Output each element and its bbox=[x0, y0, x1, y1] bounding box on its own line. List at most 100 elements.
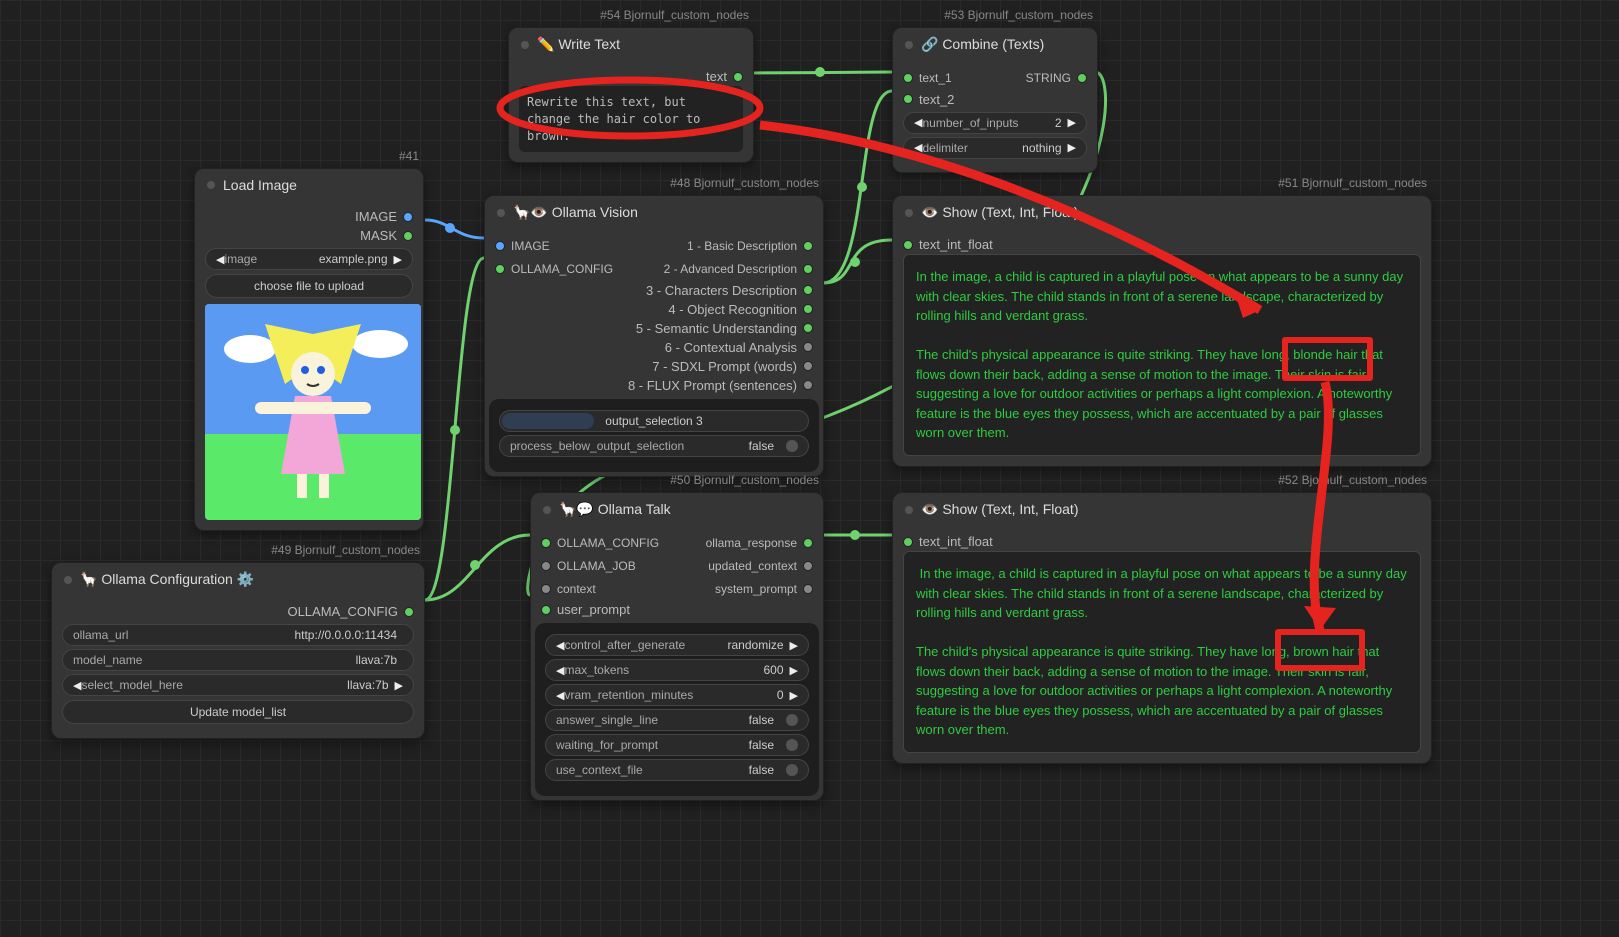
widget-waiting-for-prompt[interactable]: waiting_for_prompt false bbox=[545, 734, 809, 756]
chevron-right-icon[interactable]: ▶ bbox=[790, 639, 798, 652]
toggle-icon[interactable] bbox=[786, 764, 798, 776]
node-title: Load Image bbox=[223, 177, 297, 193]
node-tag: #52 Bjornulf_custom_nodes bbox=[1278, 473, 1427, 487]
widget-delimiter[interactable]: ◀ delimiter nothing ▶ bbox=[903, 137, 1087, 159]
output-port-image[interactable] bbox=[403, 212, 413, 222]
input-port[interactable] bbox=[903, 240, 913, 250]
widget-control-after-generate[interactable]: ◀ control_after_generate randomize ▶ bbox=[545, 634, 809, 656]
node-title: ✏️ Write Text bbox=[537, 36, 620, 53]
collapse-icon[interactable] bbox=[905, 41, 913, 49]
text-input[interactable]: Rewrite this text, but change the hair c… bbox=[519, 86, 743, 152]
collapse-icon[interactable] bbox=[543, 506, 551, 514]
node-header[interactable]: Load Image bbox=[195, 169, 423, 201]
input-port-image[interactable] bbox=[495, 241, 505, 251]
chevron-left-icon[interactable]: ◀ bbox=[556, 664, 564, 677]
chevron-right-icon[interactable]: ▶ bbox=[394, 253, 402, 266]
chevron-right-icon[interactable]: ▶ bbox=[395, 679, 403, 692]
node-header[interactable]: 👁️ Show (Text, Int, Float) bbox=[893, 493, 1431, 526]
output-port[interactable] bbox=[803, 285, 813, 295]
port-label: 1 - Basic Description bbox=[687, 238, 797, 255]
collapse-icon[interactable] bbox=[905, 209, 913, 217]
output-port[interactable] bbox=[803, 264, 813, 274]
widget-process-below[interactable]: process_below_output_selection false bbox=[499, 435, 809, 457]
node-header[interactable]: 🔗 Combine (Texts) bbox=[893, 28, 1097, 61]
port-label: updated_context bbox=[708, 558, 797, 575]
collapse-icon[interactable] bbox=[207, 181, 215, 189]
node-tag: #50 Bjornulf_custom_nodes bbox=[670, 473, 819, 487]
chevron-left-icon[interactable]: ◀ bbox=[914, 116, 922, 129]
port-label: OLLAMA_CONFIG bbox=[511, 261, 613, 278]
node-ollama-vision[interactable]: #48 Bjornulf_custom_nodes 🦙👁️ Ollama Vis… bbox=[484, 195, 824, 477]
upload-button[interactable]: choose file to upload bbox=[205, 274, 413, 298]
chevron-right-icon[interactable]: ▶ bbox=[1068, 141, 1076, 154]
output-port[interactable] bbox=[803, 342, 813, 352]
collapse-icon[interactable] bbox=[905, 506, 913, 514]
output-port-mask[interactable] bbox=[403, 231, 413, 241]
input-port[interactable] bbox=[541, 584, 551, 594]
widget-answer-single-line[interactable]: answer_single_line false bbox=[545, 709, 809, 731]
node-header[interactable]: 🦙💬 Ollama Talk bbox=[531, 493, 823, 526]
collapse-icon[interactable] bbox=[497, 209, 505, 217]
node-ollama-talk[interactable]: #50 Bjornulf_custom_nodes 🦙💬 Ollama Talk… bbox=[530, 492, 824, 801]
node-show-2[interactable]: #52 Bjornulf_custom_nodes 👁️ Show (Text,… bbox=[892, 492, 1432, 764]
node-header[interactable]: ✏️ Write Text bbox=[509, 28, 753, 61]
output-port[interactable] bbox=[803, 361, 813, 371]
node-ollama-config[interactable]: #49 Bjornulf_custom_nodes 🦙 Ollama Confi… bbox=[51, 562, 425, 739]
port-label: 6 - Contextual Analysis bbox=[665, 340, 797, 355]
output-port[interactable] bbox=[803, 561, 813, 571]
input-port-text2[interactable] bbox=[903, 94, 913, 104]
input-port[interactable] bbox=[903, 537, 913, 547]
chevron-right-icon[interactable]: ▶ bbox=[1068, 116, 1076, 129]
chevron-left-icon[interactable]: ◀ bbox=[73, 679, 81, 692]
port-label: IMAGE bbox=[511, 238, 550, 255]
collapse-icon[interactable] bbox=[521, 41, 529, 49]
widget-output-selection[interactable]: output_selection 3 bbox=[499, 410, 809, 432]
output-port[interactable] bbox=[404, 607, 414, 617]
widget-max-tokens[interactable]: ◀ max_tokens 600 ▶ bbox=[545, 659, 809, 681]
node-header[interactable]: 👁️ Show (Text, Int, Float) bbox=[893, 196, 1431, 229]
port-label: text_int_float bbox=[919, 237, 993, 252]
collapse-icon[interactable] bbox=[64, 576, 72, 584]
widget-number-of-inputs[interactable]: ◀ number_of_inputs 2 ▶ bbox=[903, 112, 1087, 134]
output-port[interactable] bbox=[803, 538, 813, 548]
node-combine[interactable]: #53 Bjornulf_custom_nodes 🔗 Combine (Tex… bbox=[892, 27, 1098, 173]
output-port[interactable] bbox=[733, 72, 743, 82]
chevron-left-icon[interactable]: ◀ bbox=[914, 141, 922, 154]
port-label: text_2 bbox=[919, 92, 954, 107]
output-port[interactable] bbox=[803, 241, 813, 251]
widget-image-select[interactable]: ◀ image example.png ▶ bbox=[205, 248, 413, 270]
output-port[interactable] bbox=[803, 380, 813, 390]
toggle-icon[interactable] bbox=[786, 440, 798, 452]
input-port[interactable] bbox=[541, 538, 551, 548]
output-port[interactable] bbox=[803, 323, 813, 333]
update-model-list-button[interactable]: Update model_list bbox=[62, 700, 414, 724]
port-label: 4 - Object Recognition bbox=[668, 302, 797, 317]
node-show-1[interactable]: #51 Bjornulf_custom_nodes 👁️ Show (Text,… bbox=[892, 195, 1432, 467]
widget-use-context-file[interactable]: use_context_file false bbox=[545, 759, 809, 781]
widget-vram-retention[interactable]: ◀ vram_retention_minutes 0 ▶ bbox=[545, 684, 809, 706]
output-port[interactable] bbox=[803, 304, 813, 314]
toggle-icon[interactable] bbox=[786, 739, 798, 751]
input-port-text1[interactable] bbox=[903, 73, 913, 83]
widget-model-name[interactable]: model_name llava:7b bbox=[62, 649, 414, 671]
widget-ollama-url[interactable]: ollama_url http://0.0.0.0:11434 bbox=[62, 624, 414, 646]
chevron-right-icon[interactable]: ▶ bbox=[790, 689, 798, 702]
port-label: 2 - Advanced Description bbox=[664, 261, 797, 278]
widget-select-model[interactable]: ◀ select_model_here llava:7b ▶ bbox=[62, 674, 414, 696]
chevron-left-icon[interactable]: ◀ bbox=[556, 639, 564, 652]
output-port[interactable] bbox=[803, 584, 813, 594]
node-load-image[interactable]: #41 Load Image IMAGE MASK ◀ image exampl… bbox=[194, 168, 424, 531]
toggle-icon[interactable] bbox=[786, 714, 798, 726]
input-port-config[interactable] bbox=[495, 264, 505, 274]
node-write-text[interactable]: #54 Bjornulf_custom_nodes ✏️ Write Text … bbox=[508, 27, 754, 163]
input-port[interactable] bbox=[541, 561, 551, 571]
input-port[interactable] bbox=[541, 605, 551, 615]
node-header[interactable]: 🦙 Ollama Configuration ⚙️ bbox=[52, 563, 424, 596]
output-port[interactable] bbox=[1077, 73, 1087, 83]
node-header[interactable]: 🦙👁️ Ollama Vision bbox=[485, 196, 823, 229]
chevron-left-icon[interactable]: ◀ bbox=[216, 253, 224, 266]
show-text-content: In the image, a child is captured in a p… bbox=[903, 254, 1421, 456]
port-label: user_prompt bbox=[557, 602, 630, 617]
chevron-right-icon[interactable]: ▶ bbox=[790, 664, 798, 677]
chevron-left-icon[interactable]: ◀ bbox=[556, 689, 564, 702]
